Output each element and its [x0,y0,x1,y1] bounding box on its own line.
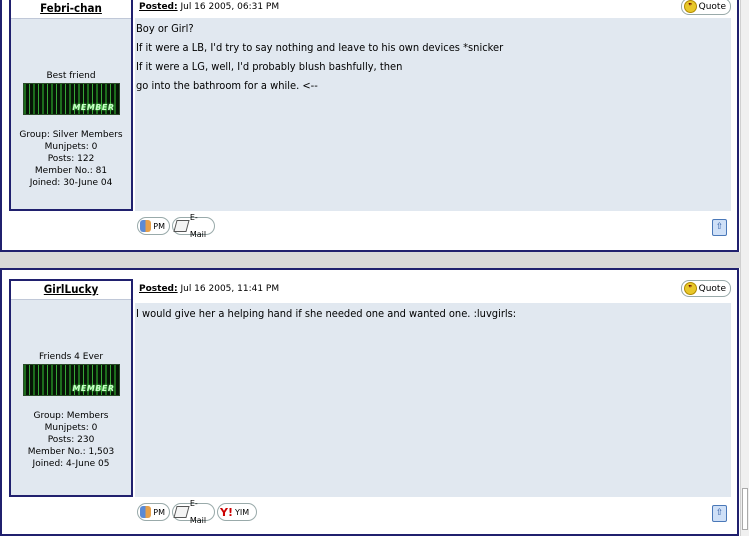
post-count: Posts: 230 [47,435,95,445]
member-number: Member No.: 1,503 [27,447,115,457]
posted-link[interactable]: Posted: [139,2,178,12]
post-footer: PM E-Mail ⇧ [135,211,731,241]
pm-button[interactable]: PM [137,503,170,521]
member-badge-text: MEMBER [72,103,115,112]
post-1: Febri-chan Best friend MEMBER Group: Sil… [0,0,739,252]
post-body: Boy or Girl? If it were a LB, I'd try to… [135,18,731,211]
author-panel: Febri-chan Best friend MEMBER Group: Sil… [9,0,133,211]
member-badge-image: MEMBER [22,83,120,115]
quote-label: Quote [698,283,726,294]
vertical-scrollbar[interactable] [740,0,749,536]
post-body-line: If it were a LG, well, I'd probably blus… [136,60,403,73]
pm-label: PM [153,221,165,231]
author-panel: GirlLucky Friends 4 Ever MEMBER Group: M… [9,279,133,497]
email-button[interactable]: E-Mail [172,499,215,525]
back-to-top-icon[interactable]: ⇧ [712,505,727,522]
joined-date: Joined: 4-June 05 [32,459,110,469]
quote-label: Quote [698,1,726,12]
munjpets-label: Munjpets: [44,142,89,152]
scrollbar-thumb[interactable] [742,488,748,530]
post-count: Posts: 122 [47,154,95,164]
author-name-link[interactable]: Febri-chan [11,0,131,19]
quote-icon: ❞ [683,0,697,13]
munjpets-link[interactable]: 0 [92,423,98,433]
member-title: Best friend [46,71,96,81]
post-date: Posted: Jul 16 2005, 11:41 PM [139,284,279,294]
quote-button[interactable]: ❞ Quote [680,280,731,297]
posted-date-text: Jul 16 2005, 11:41 PM [177,284,280,294]
email-icon [173,506,190,518]
yim-label: YIM [234,507,250,517]
post-body-line: I would give her a helping hand if she n… [136,307,517,320]
joined-date: Joined: 30-June 04 [29,178,113,188]
post-body: I would give her a helping hand if she n… [135,303,731,497]
member-badge-text: MEMBER [72,384,115,393]
member-badge-image: MEMBER [22,364,120,396]
post-date: Posted: Jul 16 2005, 06:31 PM [139,2,279,12]
member-group: Group: Members [33,411,109,421]
post-body-line: Boy or Girl? [136,22,194,35]
email-button[interactable]: E-Mail [172,213,215,239]
post-separator [0,252,749,268]
author-stats: Group: Silver Members Munjpets: 0 Posts:… [11,129,131,189]
post-header: Posted: Jul 16 2005, 11:41 PM ❞ Quote [136,280,731,300]
back-to-top-icon[interactable]: ⇧ [712,219,727,236]
quote-icon: ❞ [683,282,697,295]
munjpets-label: Munjpets: [44,423,89,433]
email-label: E-Mail [189,499,207,525]
post-body-line: If it were a LB, I'd try to say nothing … [136,41,504,54]
member-number: Member No.: 81 [34,166,108,176]
post-header: Posted: Jul 16 2005, 06:31 PM ❞ Quote [136,0,731,18]
pm-label: PM [153,507,165,517]
munjpets-link[interactable]: 0 [92,142,98,152]
email-label: E-Mail [189,213,207,239]
yim-icon: Y! [220,505,233,519]
post-2: GirlLucky Friends 4 Ever MEMBER Group: M… [0,268,739,536]
post-body-line: go into the bathroom for a while. <-- [136,79,318,92]
author-name-link[interactable]: GirlLucky [11,281,131,300]
posted-date-text: Jul 16 2005, 06:31 PM [177,2,280,12]
member-title: Friends 4 Ever [38,352,104,362]
pm-icon [140,506,152,518]
quote-button[interactable]: ❞ Quote [680,0,731,15]
pm-icon [140,220,152,232]
munjpets-row: Munjpets: 0 [11,422,131,434]
pm-button[interactable]: PM [137,217,170,235]
posted-link[interactable]: Posted: [139,284,178,294]
munjpets-row: Munjpets: 0 [11,141,131,153]
yim-button[interactable]: Y! YIM [217,503,257,521]
post-footer: PM E-Mail Y! YIM ⇧ [135,497,731,527]
author-stats: Group: Members Munjpets: 0 Posts: 230 Me… [11,410,131,470]
email-icon [173,220,190,232]
member-group: Group: Silver Members [19,130,123,140]
